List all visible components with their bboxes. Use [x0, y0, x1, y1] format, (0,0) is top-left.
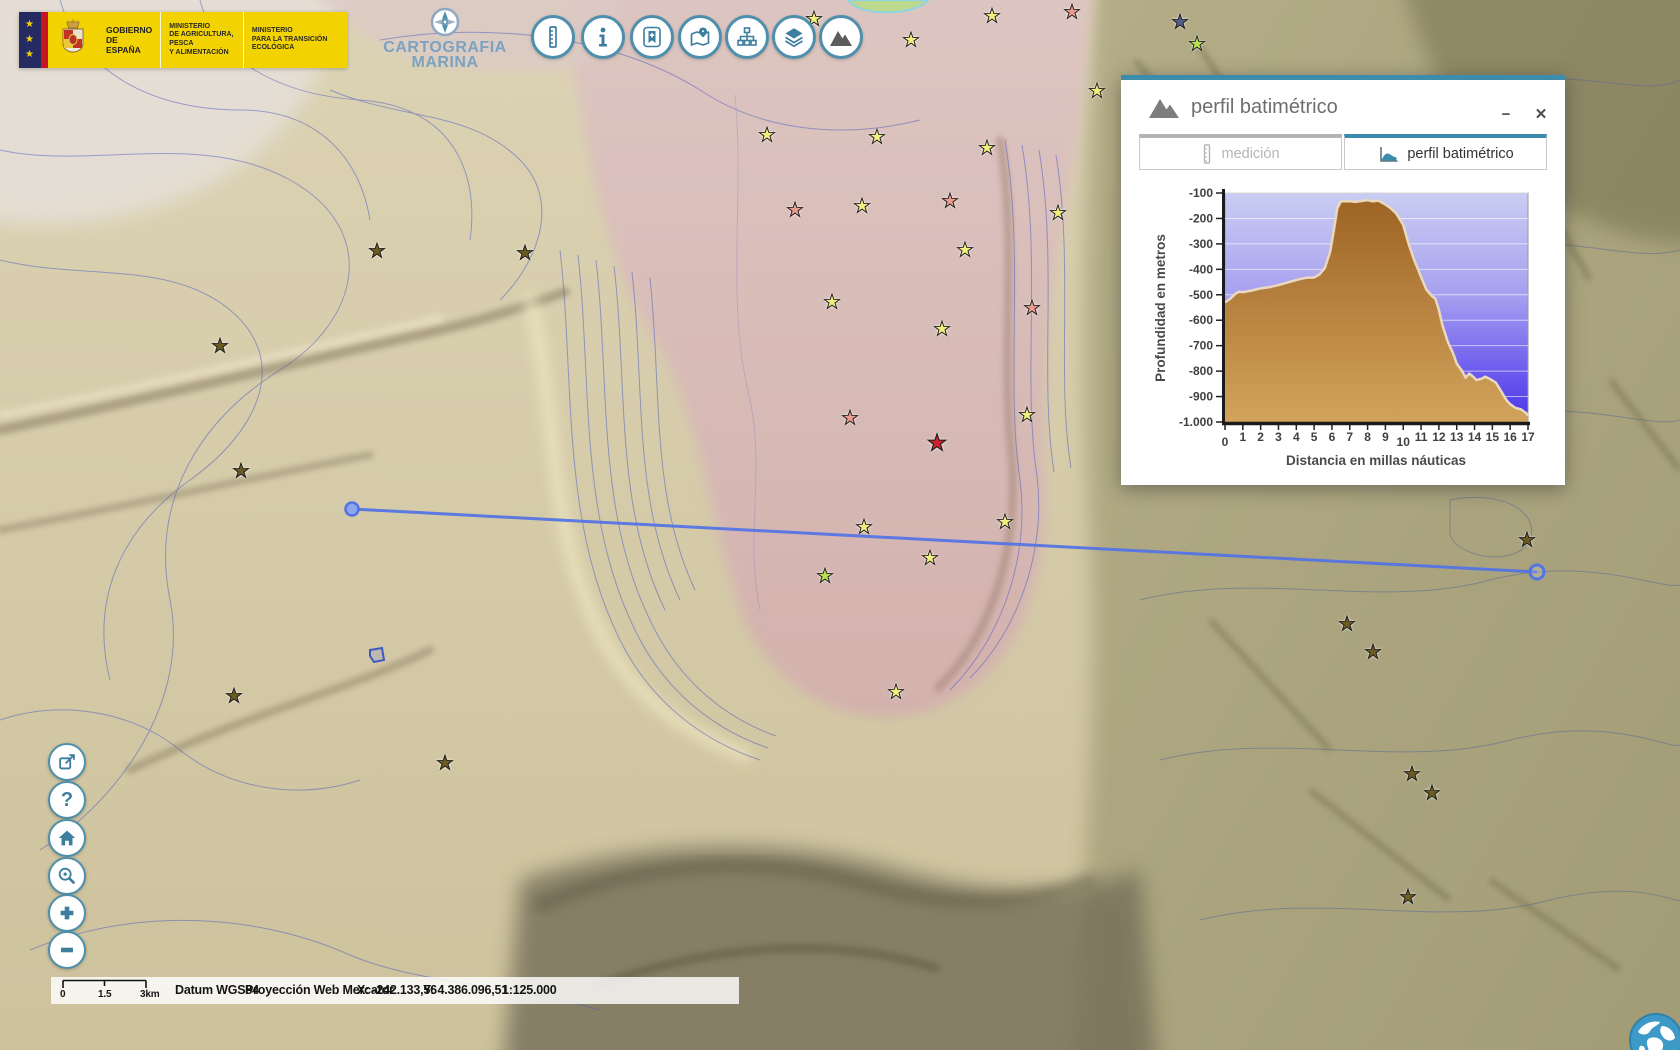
map-status-bar: 0 1.5 3km Datum WGS84 Proyección Web Mer… [51, 977, 739, 1004]
tab-medicion-label: medición [1221, 146, 1279, 162]
ruler-icon [541, 25, 565, 49]
info-icon [591, 25, 615, 49]
x-tick-label: 7 [1346, 430, 1353, 444]
ministry-transition-label: MINISTERIO PARA LA TRANSICIÓN ECOLÓGICA [252, 27, 339, 53]
info-tool-button[interactable] [581, 15, 625, 59]
export-button[interactable] [48, 743, 86, 781]
profile-chart: -100 -200 -300 -400 -500 -600 -700 -800 -900 -1.0… [1121, 175, 1565, 490]
scale-mid-label: 1.5 [98, 989, 111, 1001]
app-root: ★★★ GOBIERNO DE ESPAÑA MINISTERIO DE AGR… [0, 0, 1680, 1050]
y-axis-title: Profundidad en metros [1153, 234, 1168, 382]
help-button[interactable]: ? [48, 781, 86, 819]
minus-icon [56, 939, 78, 961]
basemap-globe-button[interactable] [1628, 1012, 1680, 1050]
cartografia-marina-logo: CARTOGRAFIA MARINA [365, 6, 525, 72]
gobierno-label: GOBIERNO DE ESPAÑA [106, 25, 152, 56]
scale-ratio: 1:125.000 [502, 977, 557, 1004]
logo-line2: MARINA [365, 55, 525, 71]
compass-icon [427, 6, 463, 40]
y-tick-label: -600 [1189, 313, 1213, 327]
x-tick-label: 14 [1468, 430, 1482, 444]
measure-end-handle[interactable] [1530, 565, 1544, 579]
mountain-icon [1147, 94, 1181, 120]
zoom-box-button[interactable] [48, 857, 86, 895]
measure-start-handle[interactable] [346, 503, 359, 516]
home-button[interactable] [48, 819, 86, 857]
bookmark-tool-button[interactable] [630, 15, 674, 59]
x-tick-label: 0 [1222, 435, 1229, 449]
profile-tool-button[interactable] [819, 15, 863, 59]
panel-tabs: medición perfil batimétrico [1139, 134, 1547, 170]
y-tick-label: -1.000 [1179, 415, 1213, 429]
x-tick-label: 1 [1239, 430, 1246, 444]
x-tick-label: 17 [1521, 430, 1535, 444]
tab-medicion[interactable]: medición [1139, 134, 1342, 170]
open-external-icon [56, 751, 78, 773]
y-tick-label: -400 [1189, 262, 1213, 276]
x-tick-label: 13 [1450, 430, 1464, 444]
plus-icon [56, 902, 78, 924]
x-tick-label: 11 [1415, 430, 1428, 444]
ministry-agriculture-label: MINISTERIO DE AGRICULTURA, PESCA Y ALIME… [169, 23, 235, 58]
help-icon: ? [61, 789, 73, 812]
y-coordinate: Y: 4.386.096,51 [423, 977, 508, 1004]
locate-map-tool-button[interactable] [678, 15, 722, 59]
y-tick-label: -300 [1189, 237, 1213, 251]
y-tick-label: -900 [1189, 390, 1213, 404]
panel-header: perfil batimétrico [1147, 94, 1338, 120]
y-tick-label: -100 [1189, 186, 1213, 200]
spain-coat-of-arms-icon [56, 18, 90, 62]
eu-flag-block: ★★★ [19, 12, 41, 68]
home-icon [56, 827, 78, 849]
layers-icon [782, 25, 806, 49]
scale-end-label: 3km [140, 989, 159, 1001]
y-tick-label: -700 [1189, 339, 1213, 353]
x-tick-label: 3 [1275, 430, 1282, 444]
zoom-search-icon [56, 865, 78, 887]
sitemap-tool-button[interactable] [725, 15, 769, 59]
x-tick-label: 16 [1503, 430, 1517, 444]
y-tick-label: -200 [1189, 211, 1213, 225]
zoom-in-button[interactable] [48, 894, 86, 932]
map-location-icon [688, 25, 712, 49]
y-tick-label: -500 [1189, 288, 1213, 302]
layers-tool-button[interactable] [772, 15, 816, 59]
x-tick-label: 5 [1311, 430, 1318, 444]
coat-of-arms [48, 12, 98, 68]
world-globe-icon [1628, 1012, 1680, 1050]
minimize-button[interactable]: − [1493, 102, 1519, 128]
bookmark-add-icon [640, 25, 664, 49]
close-button[interactable]: ✕ [1528, 102, 1554, 128]
x-tick-label: 12 [1432, 430, 1446, 444]
y-tick-label: -800 [1189, 364, 1213, 378]
x-tick-label: 2 [1257, 430, 1264, 444]
mountain-icon [828, 25, 854, 49]
tab-perfil-batimetrico[interactable]: perfil batimétrico [1344, 134, 1547, 170]
scale-bar: 0 1.5 3km [56, 979, 156, 1002]
logo-line1: CARTOGRAFIA [365, 40, 525, 55]
x-tick-label: 4 [1293, 430, 1300, 444]
x-tick-label: 15 [1486, 430, 1500, 444]
zoom-out-button[interactable] [48, 931, 86, 969]
area-chart-icon [1377, 144, 1399, 164]
measure-tool-button[interactable] [531, 15, 575, 59]
x-tick-label: 10 [1397, 435, 1411, 449]
scale-start-label: 0 [60, 989, 65, 1001]
bathymetric-profile-panel: perfil batimétrico − ✕ medición perfil b… [1121, 75, 1565, 485]
ruler-icon [1201, 144, 1213, 164]
x-axis-title: Distancia en millas náuticas [1286, 453, 1466, 468]
map-feature-marker[interactable] [370, 648, 384, 662]
spain-flag-stripe [41, 12, 48, 68]
government-banner: ★★★ GOBIERNO DE ESPAÑA MINISTERIO DE AGR… [19, 12, 347, 68]
panel-title: perfil batimétrico [1191, 96, 1338, 119]
sitemap-icon [735, 25, 759, 49]
x-tick-label: 6 [1329, 430, 1336, 444]
x-tick-label: 9 [1382, 430, 1389, 444]
x-tick-label: 8 [1364, 430, 1371, 444]
tab-perfil-label: perfil batimétrico [1407, 146, 1513, 162]
